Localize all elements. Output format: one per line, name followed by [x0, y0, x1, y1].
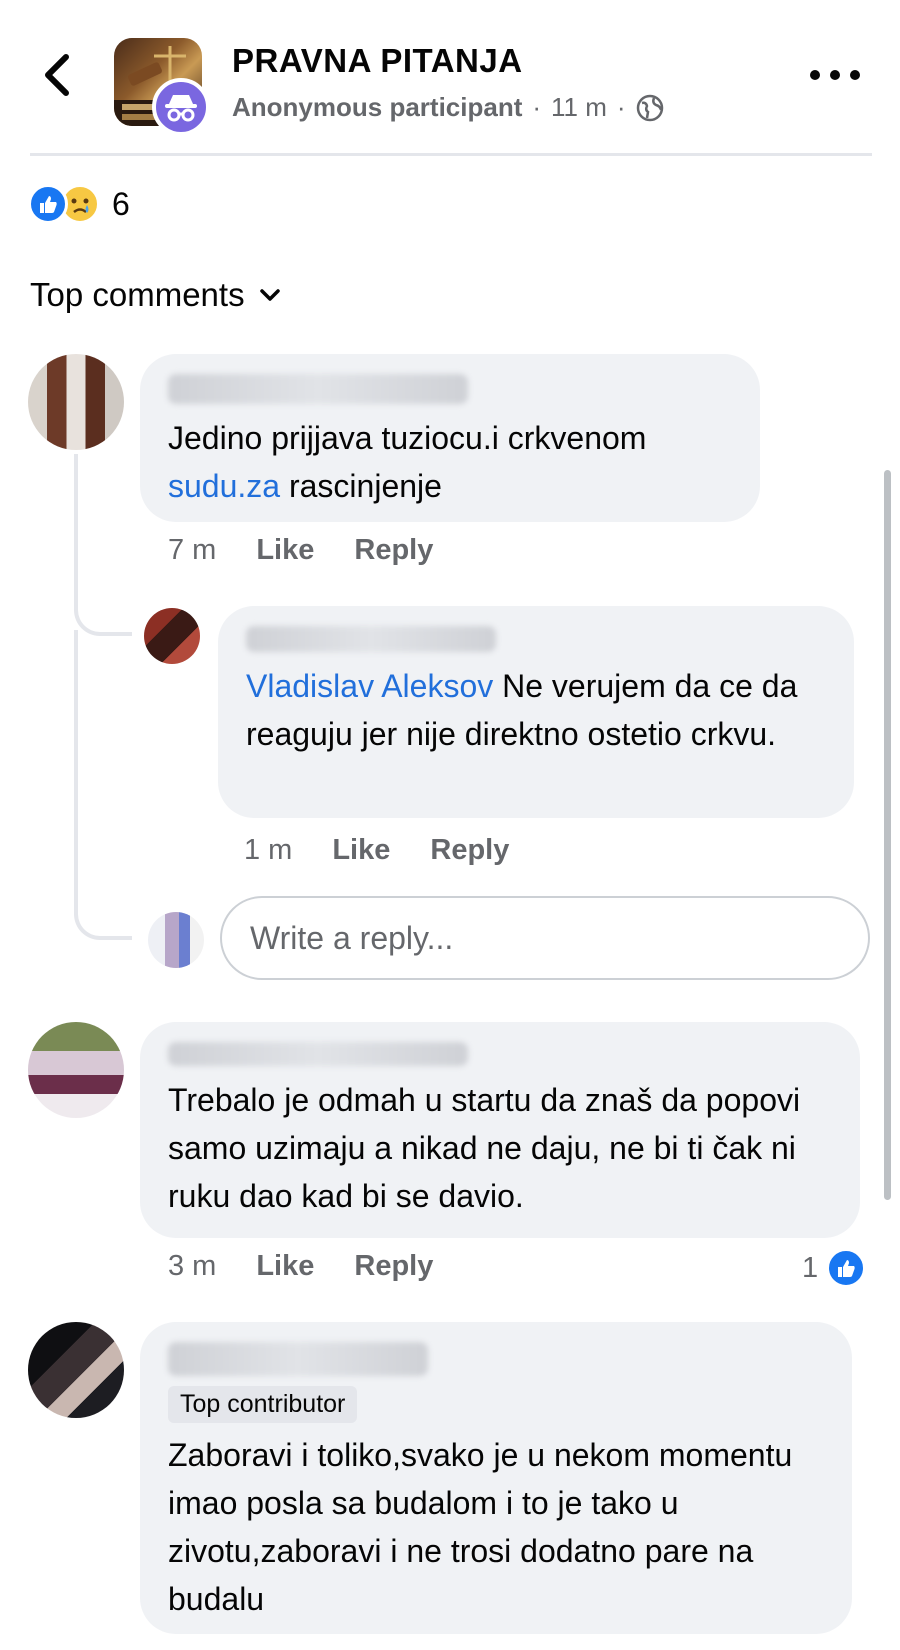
- reply-input[interactable]: [220, 896, 870, 980]
- comment-like-count[interactable]: 1: [802, 1248, 867, 1288]
- reaction-count: 6: [112, 185, 130, 222]
- commenter-name-blurred[interactable]: [168, 374, 468, 404]
- reply-actions: 1 m Like Reply: [244, 834, 509, 867]
- comment-bubble: Trebalo je odmah u startu da znaš da pop…: [140, 1022, 860, 1238]
- commenter-name-blurred[interactable]: [168, 1342, 428, 1376]
- comment-link[interactable]: sudu.za: [168, 468, 280, 504]
- comment-actions: 7 m Like Reply: [168, 534, 433, 567]
- comment-time[interactable]: 3 m: [168, 1250, 216, 1283]
- like-button[interactable]: Like: [256, 534, 314, 567]
- chevron-down-icon: [259, 289, 280, 301]
- current-user-avatar: [148, 912, 204, 968]
- post-time[interactable]: 11 m: [551, 92, 607, 123]
- comment-bubble: Top contributor Zaboravi i toliko,svako …: [140, 1322, 852, 1634]
- back-button[interactable]: [36, 50, 76, 100]
- like-reaction-icon: [28, 184, 68, 224]
- like-button[interactable]: Like: [332, 834, 390, 867]
- reply-time[interactable]: 1 m: [244, 834, 292, 867]
- comment-actions: 3 m Like Reply: [168, 1250, 433, 1283]
- reply-button[interactable]: Reply: [354, 1250, 433, 1283]
- more-dots-icon: [810, 70, 820, 80]
- incognito-icon: [165, 95, 197, 122]
- commenter-avatar[interactable]: [28, 354, 124, 450]
- reply-avatar[interactable]: [144, 608, 200, 664]
- like-icon: [826, 1248, 867, 1288]
- comment-time[interactable]: 7 m: [168, 534, 216, 567]
- post-author[interactable]: Anonymous participant: [232, 92, 522, 123]
- reply-bubble: Vladislav Aleksov Ne verujem da ce da re…: [218, 606, 854, 818]
- post-meta: Anonymous participant · 11 m ·: [232, 92, 664, 123]
- comment-sort-dropdown[interactable]: Top comments: [30, 276, 281, 314]
- chevron-left-icon: [45, 54, 69, 96]
- group-name[interactable]: PRAVNA PITANJA: [232, 42, 523, 80]
- thread-line: [74, 630, 132, 940]
- comment-bubble: Jedino prijjava tuziocu.i crkvenom sudu.…: [140, 354, 760, 522]
- separator-dot: ·: [532, 92, 542, 122]
- comment-text: Jedino prijjava tuziocu.i crkvenom sudu.…: [168, 420, 647, 504]
- commenter-name-blurred[interactable]: [168, 1042, 468, 1066]
- mention-link[interactable]: Vladislav Aleksov: [246, 668, 493, 704]
- top-contributor-badge: Top contributor: [168, 1386, 358, 1423]
- commenter-name-blurred[interactable]: [246, 626, 496, 652]
- reply-text: Vladislav Aleksov Ne verujem da ce da re…: [246, 668, 798, 752]
- post-header: PRAVNA PITANJA Anonymous participant · 1…: [0, 0, 900, 156]
- thread-line: [74, 454, 132, 636]
- commenter-avatar[interactable]: [28, 1322, 124, 1418]
- reply-button[interactable]: Reply: [430, 834, 509, 867]
- anonymous-badge: [152, 78, 210, 136]
- like-button[interactable]: Like: [256, 1250, 314, 1283]
- reaction-summary[interactable]: 6: [28, 184, 130, 224]
- globe-icon: [636, 94, 663, 121]
- more-options-button[interactable]: [810, 60, 860, 90]
- scrollbar[interactable]: [884, 470, 891, 1200]
- comment-text: Zaboravi i toliko,svako je u nekom momen…: [168, 1437, 793, 1617]
- commenter-avatar[interactable]: [28, 1022, 124, 1118]
- separator-dot: ·: [616, 92, 626, 122]
- divider: [30, 153, 872, 156]
- reply-button[interactable]: Reply: [354, 534, 433, 567]
- sort-label: Top comments: [30, 276, 245, 313]
- comment-text: Trebalo je odmah u startu da znaš da pop…: [168, 1082, 801, 1214]
